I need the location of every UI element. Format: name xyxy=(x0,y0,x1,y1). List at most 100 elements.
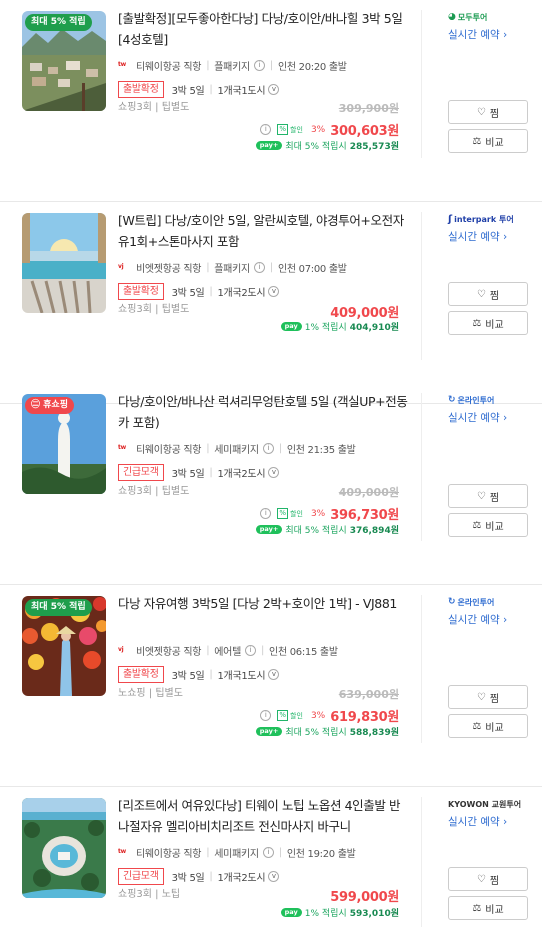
points-price: 285,573원 xyxy=(349,142,399,152)
sale-price: 619,830원 xyxy=(330,710,399,725)
agency-logo[interactable]: ↻ 온라인투어 xyxy=(448,393,538,407)
chevron-down-icon[interactable]: v xyxy=(268,84,280,95)
info-icon[interactable]: i xyxy=(260,124,272,135)
flight-info: tw 티웨이항공 직항 | 플패키지 i | 인천 20:20 출발 xyxy=(118,56,408,74)
compare-button[interactable]: ⚖ 비교 xyxy=(448,129,528,153)
compare-button[interactable]: ⚖ 비교 xyxy=(448,896,528,920)
wish-button[interactable]: ♡ 찜 xyxy=(448,100,528,124)
trip-tags: 출발확정 3박 5일 | 1개국1도시 v xyxy=(118,665,408,684)
separator: | xyxy=(206,644,210,656)
product-card[interactable]: [W트립] 다낭/호이안 5일, 알란씨호텔, 야경투어+오전자유1회+스톤마사… xyxy=(0,202,542,404)
product-card[interactable]: 최대 5% 적립 [출발확정][모두좋아한다낭] 다낭/호이안/바나힐 3박 5… xyxy=(0,0,542,202)
departure-time: 인천 07:00 출발 xyxy=(277,263,347,275)
package-type: 세미패키지 xyxy=(214,444,259,456)
info-icon[interactable]: i xyxy=(262,442,274,454)
product-info: [W트립] 다낭/호이안 5일, 알란씨호텔, 야경투어+오전자유1회+스톤마사… xyxy=(118,210,408,301)
status-badge: 출발확정 xyxy=(118,283,164,300)
percent-icon: % xyxy=(277,710,289,721)
compare-button[interactable]: ⚖ 비교 xyxy=(448,714,528,738)
info-icon[interactable]: i xyxy=(253,261,265,273)
separator: | xyxy=(260,644,265,656)
info-icon[interactable]: i xyxy=(260,710,272,721)
airline-logo-icon: tw xyxy=(118,61,126,68)
chevron-down-icon[interactable]: v xyxy=(268,467,280,478)
separator: | xyxy=(209,84,213,95)
divider xyxy=(421,393,422,541)
sale-price: 599,000원 xyxy=(330,890,399,905)
trip-cities: 1개국2도시 xyxy=(217,469,266,480)
promo-badge: 최대 5% 적립 xyxy=(25,599,92,616)
agency-block: ↻ 온라인투어 실시간 예약 › xyxy=(448,595,538,627)
product-info: [리조트에서 여유있다낭] 티웨이 노팁 노옵션 4인출발 반나절자유 멜리아비… xyxy=(118,795,408,886)
chevron-down-icon[interactable]: v xyxy=(268,669,280,680)
chevron-down-icon[interactable]: v xyxy=(268,871,280,882)
agency-logo[interactable]: ↻ 온라인투어 xyxy=(448,595,538,609)
points-text: 최대 5% 적립시 xyxy=(285,142,347,152)
points-price: 593,010원 xyxy=(349,909,399,919)
original-price: 639,000원 xyxy=(338,688,399,701)
npay-icon: pay xyxy=(280,322,302,331)
compare-button[interactable]: ⚖ 비교 xyxy=(448,311,528,335)
agency-logo[interactable]: KYOWON 교원투어 xyxy=(448,797,538,811)
shopping-tip-info: 쇼핑3회 | 팁별도 xyxy=(118,102,190,113)
product-card[interactable]: [리조트에서 여유있다낭] 티웨이 노팁 노옵션 4인출발 반나절자유 멜리아비… xyxy=(0,787,542,929)
trip-tags: 긴급모객 3박 5일 | 1개국2도시 v xyxy=(118,463,408,482)
product-title[interactable]: [출발확정][모두좋아한다낭] 다낭/호이안/바나힐 3박 5일 [4성호텔] xyxy=(118,8,408,50)
chevron-down-icon[interactable]: v xyxy=(268,286,280,297)
separator: | xyxy=(206,846,210,858)
points-text: 1% 적립시 xyxy=(304,323,347,333)
agency-logo[interactable]: ʃ interpark 투어 xyxy=(448,212,538,226)
realtime-booking-link[interactable]: 실시간 예약 › xyxy=(448,612,538,627)
separator: | xyxy=(209,467,213,478)
agency-block: ʃ interpark 투어 실시간 예약 › xyxy=(448,212,538,244)
product-thumbnail[interactable]: 최대 5% 적립 xyxy=(22,11,106,111)
points-row: pay 1% 적립시 404,910원 xyxy=(280,320,399,333)
agency-logo-icon: ◕ xyxy=(448,12,456,22)
compare-button[interactable]: ⚖ 비교 xyxy=(448,513,528,537)
product-title[interactable]: [W트립] 다낭/호이안 5일, 알란씨호텔, 야경투어+오전자유1회+스톤마사… xyxy=(118,210,408,252)
percent-icon: % xyxy=(277,124,289,135)
product-title[interactable]: 다낭 자유여행 3박5일 [다낭 2박+호이안 1박] - VJ881 xyxy=(118,593,408,635)
separator: | xyxy=(269,261,273,273)
info-icon[interactable]: i xyxy=(262,846,274,858)
flight-info: vj 비엣젯항공 직항 | 플패키지 i | 인천 07:00 출발 xyxy=(118,258,408,276)
points-text: 최대 5% 적립시 xyxy=(285,728,347,738)
product-thumbnail[interactable]: ㊁ 휴쇼핑 xyxy=(22,394,106,494)
trip-duration: 3박 5일 xyxy=(171,288,205,299)
realtime-booking-link[interactable]: 실시간 예약 › xyxy=(448,814,538,829)
info-icon[interactable]: i xyxy=(253,59,265,71)
agency-logo[interactable]: ◕ 모두투어 xyxy=(448,10,538,24)
agency-logo-icon: ↻ xyxy=(448,597,456,607)
product-thumbnail[interactable]: 최대 5% 적립 xyxy=(22,596,106,696)
info-icon[interactable]: i xyxy=(244,644,256,656)
flight-info: tw 티웨이항공 직항 | 세미패키지 i | 인천 19:20 출발 xyxy=(118,843,408,861)
product-card[interactable]: ㊁ 휴쇼핑 다낭/호이안/바나산 럭셔리무엉탄호텔 5일 (객실UP+전동카 포… xyxy=(0,383,542,585)
product-title[interactable]: 다낭/호이안/바나산 럭셔리무엉탄호텔 5일 (객실UP+전동카 포함) xyxy=(118,391,408,433)
info-icon[interactable]: i xyxy=(260,508,272,519)
heart-icon: ♡ xyxy=(476,490,486,502)
product-list: 최대 5% 적립 [출발확정][모두좋아한다낭] 다낭/호이안/바나힐 3박 5… xyxy=(0,0,542,929)
separator: | xyxy=(209,669,213,680)
product-title[interactable]: [리조트에서 여유있다낭] 티웨이 노팁 노옵션 4인출발 반나절자유 멜리아비… xyxy=(118,795,408,837)
realtime-booking-link[interactable]: 실시간 예약 › xyxy=(448,229,538,244)
status-badge: 긴급모객 xyxy=(118,868,164,885)
npay-icon: pay+ xyxy=(255,141,283,150)
points-text: 최대 5% 적립시 xyxy=(285,526,347,536)
wish-button[interactable]: ♡ 찜 xyxy=(448,685,528,709)
airline-logo-icon: tw xyxy=(118,444,126,451)
wish-button[interactable]: ♡ 찜 xyxy=(448,867,528,891)
airline-name: 티웨이항공 직항 xyxy=(136,848,202,860)
product-thumbnail[interactable] xyxy=(22,798,106,898)
heart-icon: ♡ xyxy=(476,106,486,118)
wish-button[interactable]: ♡ 찜 xyxy=(448,282,528,306)
product-card[interactable]: 최대 5% 적립 다낭 자유여행 3박5일 [다낭 2박+호이안 1박] - V… xyxy=(0,585,542,787)
shopping-tip-info: 쇼핑3회 | 팁별도 xyxy=(118,486,190,497)
promo-badge: ㊁ 휴쇼핑 xyxy=(25,397,74,414)
discount-label: 할인 xyxy=(290,125,303,134)
product-thumbnail[interactable] xyxy=(22,213,106,313)
wish-button[interactable]: ♡ 찜 xyxy=(448,484,528,508)
realtime-booking-link[interactable]: 실시간 예약 › xyxy=(448,27,538,42)
points-price: 376,894원 xyxy=(349,526,399,536)
separator: | xyxy=(209,871,213,882)
realtime-booking-link[interactable]: 실시간 예약 › xyxy=(448,410,538,425)
